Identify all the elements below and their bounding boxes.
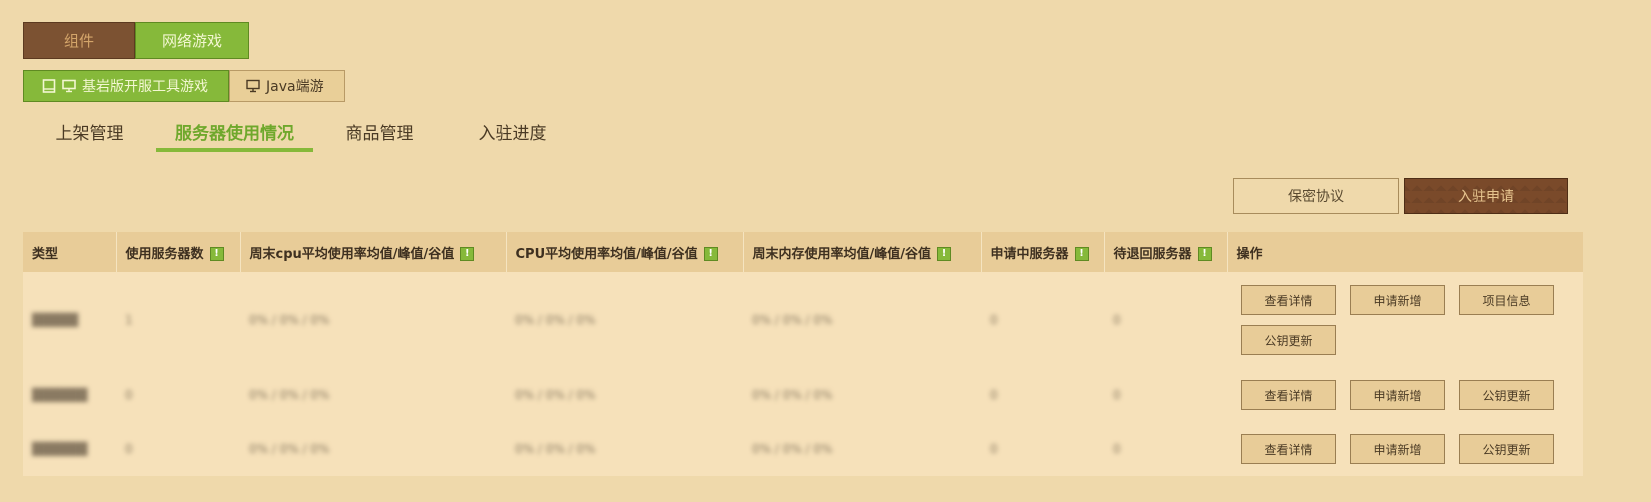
- table-row: ██████ 0 0% / 0% / 0% 0% / 0% / 0% 0% / …: [23, 368, 1583, 422]
- cell-applying: 0: [990, 388, 998, 402]
- nav-listing-management[interactable]: 上架管理: [23, 112, 156, 150]
- project-info-button[interactable]: 项目信息: [1459, 285, 1554, 315]
- view-details-button[interactable]: 查看详情: [1241, 434, 1336, 464]
- tab-java[interactable]: Java端游: [229, 70, 345, 102]
- request-add-button[interactable]: 申请新增: [1350, 380, 1445, 410]
- cell-weekend-memory: 0% / 0% / 0%: [752, 388, 833, 402]
- info-icon[interactable]: !: [937, 247, 951, 261]
- request-add-button[interactable]: 申请新增: [1350, 434, 1445, 464]
- nav-server-usage[interactable]: 服务器使用情况: [156, 112, 313, 152]
- info-icon[interactable]: !: [460, 247, 475, 261]
- view-details-button[interactable]: 查看详情: [1241, 380, 1336, 410]
- col-cpu: CPU平均使用率均值/峰值/谷值!: [506, 232, 744, 272]
- section-nav: 上架管理 服务器使用情况 商品管理 入驻进度: [23, 112, 579, 152]
- update-public-key-button[interactable]: 公钥更新: [1459, 434, 1554, 464]
- server-usage-table: 类型 使用服务器数! 周末cpu平均使用率均值/峰值/谷值! CPU平均使用率均…: [23, 232, 1583, 476]
- apply-onboarding-button[interactable]: 入驻申请: [1404, 178, 1568, 214]
- cell-applying: 0: [990, 313, 998, 327]
- col-weekend-memory: 周末内存使用率均值/峰值/谷值!: [743, 232, 982, 272]
- cell-operations: 查看详情 申请新增 公钥更新: [1227, 422, 1583, 476]
- nav-onboarding-progress[interactable]: 入驻进度: [446, 112, 579, 150]
- cell-returning: 0: [1113, 313, 1121, 327]
- tab-component[interactable]: 组件: [23, 22, 135, 59]
- col-server-count: 使用服务器数!: [116, 232, 241, 272]
- cell-cpu: 0% / 0% / 0%: [515, 442, 596, 456]
- table-header-row: 类型 使用服务器数! 周末cpu平均使用率均值/峰值/谷值! CPU平均使用率均…: [23, 232, 1583, 272]
- cell-weekend-memory: 0% / 0% / 0%: [752, 313, 833, 327]
- info-icon[interactable]: !: [703, 247, 718, 261]
- tab-online-game[interactable]: 网络游戏: [135, 22, 249, 59]
- col-type: 类型: [23, 232, 117, 272]
- cell-cpu: 0% / 0% / 0%: [515, 388, 596, 402]
- info-icon[interactable]: !: [1074, 247, 1089, 261]
- tab-java-label: Java端游: [266, 79, 324, 95]
- cell-count: 0: [125, 388, 133, 402]
- cell-count: 0: [125, 442, 133, 456]
- update-public-key-button[interactable]: 公钥更新: [1459, 380, 1554, 410]
- cell-weekend-cpu: 0% / 0% / 0%: [249, 388, 330, 402]
- cell-type: ██████: [32, 388, 88, 402]
- col-operations: 操作: [1236, 246, 1263, 262]
- cell-count: 1: [125, 313, 133, 327]
- top-tab-bar: 组件 网络游戏: [23, 22, 249, 59]
- cell-returning: 0: [1113, 388, 1121, 402]
- cell-applying: 0: [990, 442, 998, 456]
- col-weekend-cpu: 周末cpu平均使用率均值/峰值/谷值!: [240, 232, 507, 272]
- cell-weekend-cpu: 0% / 0% / 0%: [249, 313, 330, 327]
- cell-type: ██████: [32, 442, 88, 456]
- col-returning-servers: 待退回服务器!: [1104, 232, 1228, 272]
- table-row: ██████ 0 0% / 0% / 0% 0% / 0% / 0% 0% / …: [23, 422, 1583, 476]
- monitor-icon: [62, 79, 76, 93]
- cell-type: █████: [32, 313, 79, 327]
- table-row: █████ 1 0% / 0% / 0% 0% / 0% / 0% 0% / 0…: [23, 272, 1583, 368]
- request-add-button[interactable]: 申请新增: [1350, 285, 1445, 315]
- cell-operations: 查看详情 申请新增 公钥更新: [1227, 368, 1583, 422]
- cell-operations: 查看详情 申请新增 项目信息 公钥更新: [1227, 272, 1583, 368]
- info-icon[interactable]: !: [209, 247, 224, 261]
- monitor-icon: [246, 79, 260, 93]
- confidentiality-agreement-button[interactable]: 保密协议: [1233, 178, 1399, 214]
- update-public-key-button[interactable]: 公钥更新: [1241, 325, 1336, 355]
- cell-cpu: 0% / 0% / 0%: [515, 313, 596, 327]
- cell-returning: 0: [1113, 442, 1121, 456]
- info-icon[interactable]: !: [1197, 247, 1212, 261]
- cell-weekend-memory: 0% / 0% / 0%: [752, 442, 833, 456]
- tab-bedrock-label: 基岩版开服工具游戏: [82, 79, 208, 95]
- col-applying-servers: 申请中服务器!: [981, 232, 1105, 272]
- nav-product-management[interactable]: 商品管理: [313, 112, 446, 150]
- cell-weekend-cpu: 0% / 0% / 0%: [249, 442, 330, 456]
- view-details-button[interactable]: 查看详情: [1241, 285, 1336, 315]
- tablet-icon: [42, 79, 56, 93]
- tab-bedrock[interactable]: 基岩版开服工具游戏: [23, 70, 229, 102]
- platform-tab-bar: 基岩版开服工具游戏 Java端游: [23, 70, 345, 102]
